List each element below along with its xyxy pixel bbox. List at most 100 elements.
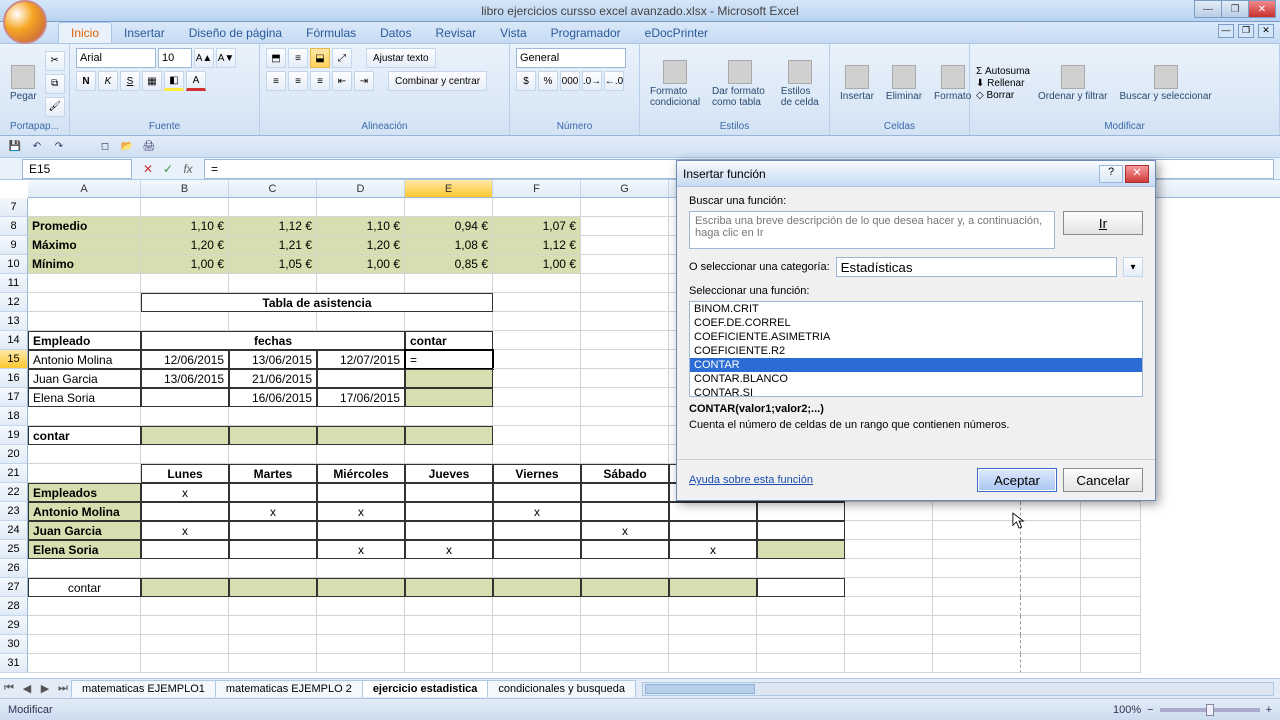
cell-D10[interactable]: 1,00 €: [317, 255, 405, 274]
row-header-8[interactable]: 8: [0, 217, 28, 236]
function-item[interactable]: CONTAR: [690, 358, 1142, 372]
find-select-button[interactable]: Buscar y seleccionar: [1115, 63, 1215, 104]
cell-G25[interactable]: [581, 540, 669, 559]
cell-F30[interactable]: [493, 635, 581, 654]
fill-button[interactable]: ⬇ Rellenar: [976, 78, 1030, 89]
cell-B25[interactable]: [141, 540, 229, 559]
redo-button[interactable]: ↷: [50, 138, 68, 156]
cell-A26[interactable]: [28, 559, 141, 578]
fill-color-button[interactable]: ◧: [164, 71, 184, 91]
cell-D28[interactable]: [317, 597, 405, 616]
cell-E14[interactable]: contar: [405, 331, 493, 350]
cell-F17[interactable]: [493, 388, 581, 407]
category-select[interactable]: [836, 257, 1117, 277]
cell-G20[interactable]: [581, 445, 669, 464]
paste-button[interactable]: Pegar: [6, 63, 41, 104]
cell-C23[interactable]: x: [229, 502, 317, 521]
row-header-25[interactable]: 25: [0, 540, 28, 559]
cell-F22[interactable]: [493, 483, 581, 502]
enter-formula-button[interactable]: ✓: [158, 159, 178, 179]
cell-A27[interactable]: contar: [28, 578, 141, 597]
thousands-button[interactable]: 000: [560, 71, 580, 91]
wrap-text-button[interactable]: Ajustar texto: [366, 48, 436, 68]
cell-B14[interactable]: fechas: [141, 331, 405, 350]
cell-B7[interactable]: [141, 198, 229, 217]
cell-A31[interactable]: [28, 654, 141, 673]
row-header-22[interactable]: 22: [0, 483, 28, 502]
align-right-button[interactable]: ≡: [310, 71, 330, 91]
cell-H30[interactable]: [669, 635, 757, 654]
cell-A23[interactable]: Antonio Molina: [28, 502, 141, 521]
shrink-font-button[interactable]: A▼: [216, 48, 236, 68]
cell-K30[interactable]: [933, 635, 1021, 654]
cell-I24[interactable]: [757, 521, 845, 540]
cell-A17[interactable]: Elena Soria: [28, 388, 141, 407]
align-bottom-button[interactable]: ⬓: [310, 48, 330, 68]
italic-button[interactable]: K: [98, 71, 118, 91]
cell-C31[interactable]: [229, 654, 317, 673]
cut-button[interactable]: ✂: [45, 51, 65, 71]
next-sheet-button[interactable]: ▶: [37, 681, 53, 697]
cell-F8[interactable]: 1,07 €: [493, 217, 581, 236]
cell-F31[interactable]: [493, 654, 581, 673]
cell-E20[interactable]: [405, 445, 493, 464]
cell-H29[interactable]: [669, 616, 757, 635]
cell-B17[interactable]: [141, 388, 229, 407]
cell-K25[interactable]: [933, 540, 1021, 559]
cell-H27[interactable]: [669, 578, 757, 597]
clear-button[interactable]: ◇ Borrar: [976, 90, 1030, 101]
cell-A30[interactable]: [28, 635, 141, 654]
cell-A20[interactable]: [28, 445, 141, 464]
tab-insertar[interactable]: Insertar: [112, 23, 177, 43]
cell-D26[interactable]: [317, 559, 405, 578]
cell-C25[interactable]: [229, 540, 317, 559]
sheet-tab-2[interactable]: ejercicio estadistica: [362, 680, 489, 697]
cell-D27[interactable]: [317, 578, 405, 597]
cell-F7[interactable]: [493, 198, 581, 217]
row-header-23[interactable]: 23: [0, 502, 28, 521]
function-item[interactable]: COEF.DE.CORREL: [690, 316, 1142, 330]
cell-J24[interactable]: [845, 521, 933, 540]
cell-F21[interactable]: Viernes: [493, 464, 581, 483]
tab-inicio[interactable]: Inicio: [58, 22, 112, 43]
cell-G10[interactable]: [581, 255, 669, 274]
cell-E28[interactable]: [405, 597, 493, 616]
row-header-7[interactable]: 7: [0, 198, 28, 217]
align-center-button[interactable]: ≡: [288, 71, 308, 91]
cell-F9[interactable]: 1,12 €: [493, 236, 581, 255]
name-box[interactable]: [22, 159, 132, 179]
cell-C28[interactable]: [229, 597, 317, 616]
cell-K31[interactable]: [933, 654, 1021, 673]
format-cells-button[interactable]: Formato: [930, 63, 975, 104]
cell-B9[interactable]: 1,20 €: [141, 236, 229, 255]
cell-A12[interactable]: [28, 293, 141, 312]
cell-E13[interactable]: [405, 312, 493, 331]
cell-A25[interactable]: Elena Soria: [28, 540, 141, 559]
cell-C26[interactable]: [229, 559, 317, 578]
cell-F18[interactable]: [493, 407, 581, 426]
dialog-help-button[interactable]: ?: [1099, 165, 1123, 183]
cell-G19[interactable]: [581, 426, 669, 445]
zoom-in-button[interactable]: +: [1266, 704, 1272, 716]
cell-J26[interactable]: [845, 559, 933, 578]
row-header-13[interactable]: 13: [0, 312, 28, 331]
cell-F26[interactable]: [493, 559, 581, 578]
cell-A14[interactable]: Empleado: [28, 331, 141, 350]
cell-C16[interactable]: 21/06/2015: [229, 369, 317, 388]
tab-vista[interactable]: Vista: [488, 23, 538, 43]
cell-C22[interactable]: [229, 483, 317, 502]
cell-D9[interactable]: 1,20 €: [317, 236, 405, 255]
align-top-button[interactable]: ⬒: [266, 48, 286, 68]
cell-H25[interactable]: x: [669, 540, 757, 559]
zoom-slider[interactable]: [1160, 708, 1260, 712]
font-color-button[interactable]: A: [186, 71, 206, 91]
cell-H26[interactable]: [669, 559, 757, 578]
cell-K27[interactable]: [933, 578, 1021, 597]
cell-L31[interactable]: [1021, 654, 1081, 673]
row-header-20[interactable]: 20: [0, 445, 28, 464]
cell-D30[interactable]: [317, 635, 405, 654]
cell-G15[interactable]: [581, 350, 669, 369]
col-header-E[interactable]: E: [405, 180, 493, 197]
cell-G26[interactable]: [581, 559, 669, 578]
cell-D25[interactable]: x: [317, 540, 405, 559]
